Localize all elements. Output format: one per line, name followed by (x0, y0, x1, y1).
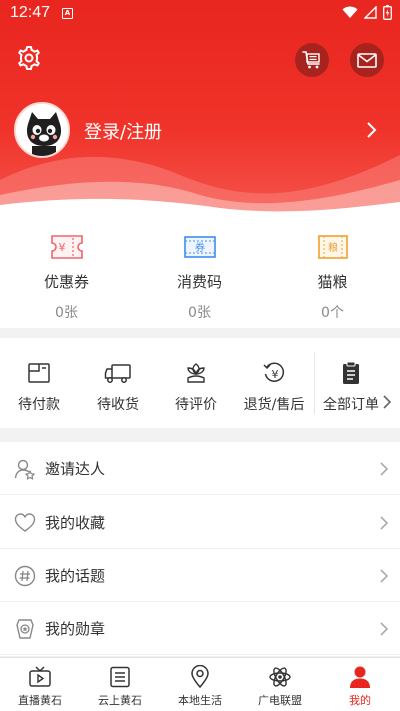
menu-item-label: 我的收藏 (45, 514, 106, 532)
nav-label: 直播黄石 (18, 694, 62, 707)
status-a-icon: A (62, 8, 73, 19)
nav-label: 本地生活 (178, 694, 222, 707)
coupon-item-coupons[interactable]: ¥ 优惠券 0张 (0, 232, 133, 322)
atom-icon (269, 667, 291, 687)
order-label: 退货/售后 (243, 397, 305, 413)
order-item-pending-payment[interactable]: 待付款 (0, 360, 78, 414)
coupon-panel: ¥ 优惠券 0张 券 消费码 0张 粮 猫粮 0个 (0, 212, 400, 328)
coupon-ticket-icon: ¥ (50, 235, 83, 259)
order-divider (314, 352, 315, 414)
yen-glyph: ¥ (272, 368, 279, 381)
avatar[interactable] (14, 102, 70, 158)
menu-item-invite[interactable]: 邀请达人 (0, 442, 400, 495)
gear-icon (18, 46, 40, 70)
list-icon (110, 666, 130, 688)
chevron-right-icon (380, 516, 389, 530)
voucher-badge-text: 券 (195, 241, 205, 254)
mail-icon (357, 52, 377, 68)
medal-icon (16, 619, 34, 639)
nav-label: 广电联盟 (258, 694, 302, 707)
cat-food-count: 0个 (321, 305, 344, 321)
order-item-returns[interactable]: ¥ 退货/售后 (235, 360, 313, 414)
menu-item-favorites[interactable]: 我的收藏 (0, 496, 400, 549)
clipboard-icon (343, 361, 359, 384)
nav-tab-local[interactable]: 本地生活 (160, 664, 240, 708)
nav-label: 我的 (349, 694, 371, 707)
refund-icon: ¥ (263, 362, 285, 382)
login-register-link[interactable]: 登录/注册 (84, 118, 162, 144)
order-panel: 待付款 待收货 待评价 ¥ 退货/售后 全部订单 (0, 338, 400, 428)
coupon-item-cat-food[interactable]: 粮 猫粮 0个 (266, 232, 399, 322)
chevron-right-icon[interactable] (362, 118, 382, 142)
cart-button[interactable] (295, 43, 329, 77)
profile-page: 12:47 A 登录/注册 ¥ 优惠券 0张 券 消费码 0张 粮 猫粮 0个 … (0, 0, 400, 711)
order-label: 全部订单 (323, 397, 379, 413)
coupon-badge-text: ¥ (58, 241, 65, 254)
settings-button[interactable] (16, 45, 42, 71)
hashtag-icon (14, 565, 36, 587)
tv-icon (29, 666, 51, 687)
status-time: 12:47 (10, 4, 51, 21)
coupon-item-voucher-code[interactable]: 券 消费码 0张 (133, 232, 266, 322)
nav-tab-live[interactable]: 直播黄石 (0, 664, 80, 708)
heart-icon (14, 513, 36, 532)
menu-item-label: 我的勋章 (45, 620, 106, 638)
menu-item-medals[interactable]: 我的勋章 (0, 602, 400, 655)
voucher-label: 消费码 (176, 273, 222, 291)
chevron-right-icon (380, 622, 389, 636)
voucher-code-icon: 券 (183, 236, 216, 258)
signal-icon (364, 6, 377, 19)
order-item-all-orders[interactable]: 全部订单 (316, 360, 386, 414)
message-button[interactable] (350, 43, 384, 77)
profile-header: 12:47 A 登录/注册 (0, 0, 400, 215)
menu-list: 邀请达人 我的收藏 我的话题 我的勋章 (0, 442, 400, 656)
cat-food-label: 猫粮 (317, 273, 348, 291)
coupon-label: 优惠券 (43, 273, 89, 291)
status-indicators (342, 5, 392, 20)
wifi-icon (342, 6, 358, 18)
status-bar: 12:47 A (0, 0, 400, 26)
voucher-count: 0张 (188, 305, 211, 321)
bottom-nav: 直播黄石 云上黄石 本地生活 广电联盟 我的 (0, 657, 400, 711)
nav-tab-alliance[interactable]: 广电联盟 (240, 664, 320, 708)
header-wave-decoration (0, 155, 400, 215)
cart-icon (302, 51, 320, 69)
invite-user-icon (14, 459, 35, 480)
menu-item-topics[interactable]: 我的话题 (0, 549, 400, 602)
chevron-right-icon (380, 569, 389, 583)
menu-item-label: 邀请达人 (45, 460, 106, 478)
flower-review-icon (187, 363, 205, 383)
chevron-right-icon (380, 462, 389, 476)
coupon-count: 0张 (55, 305, 78, 321)
menu-item-label: 我的话题 (45, 567, 106, 585)
nav-label: 云上黄石 (98, 694, 142, 707)
person-icon (350, 666, 370, 688)
order-label: 待付款 (18, 397, 60, 413)
cat-food-icon: 粮 (317, 235, 348, 259)
order-item-pending-receipt[interactable]: 待收货 (79, 360, 157, 414)
nav-tab-mine[interactable]: 我的 (320, 664, 400, 708)
order-label: 待评价 (175, 397, 217, 413)
cat-food-badge-text: 粮 (328, 241, 338, 254)
wallet-icon (28, 363, 50, 383)
chevron-right-icon[interactable] (381, 394, 393, 410)
nav-tab-cloud[interactable]: 云上黄石 (80, 664, 160, 708)
order-item-pending-review[interactable]: 待评价 (157, 360, 235, 414)
location-pin-icon (191, 665, 209, 689)
truck-icon (104, 364, 131, 383)
battery-icon (383, 5, 392, 20)
order-label: 待收货 (97, 397, 139, 413)
